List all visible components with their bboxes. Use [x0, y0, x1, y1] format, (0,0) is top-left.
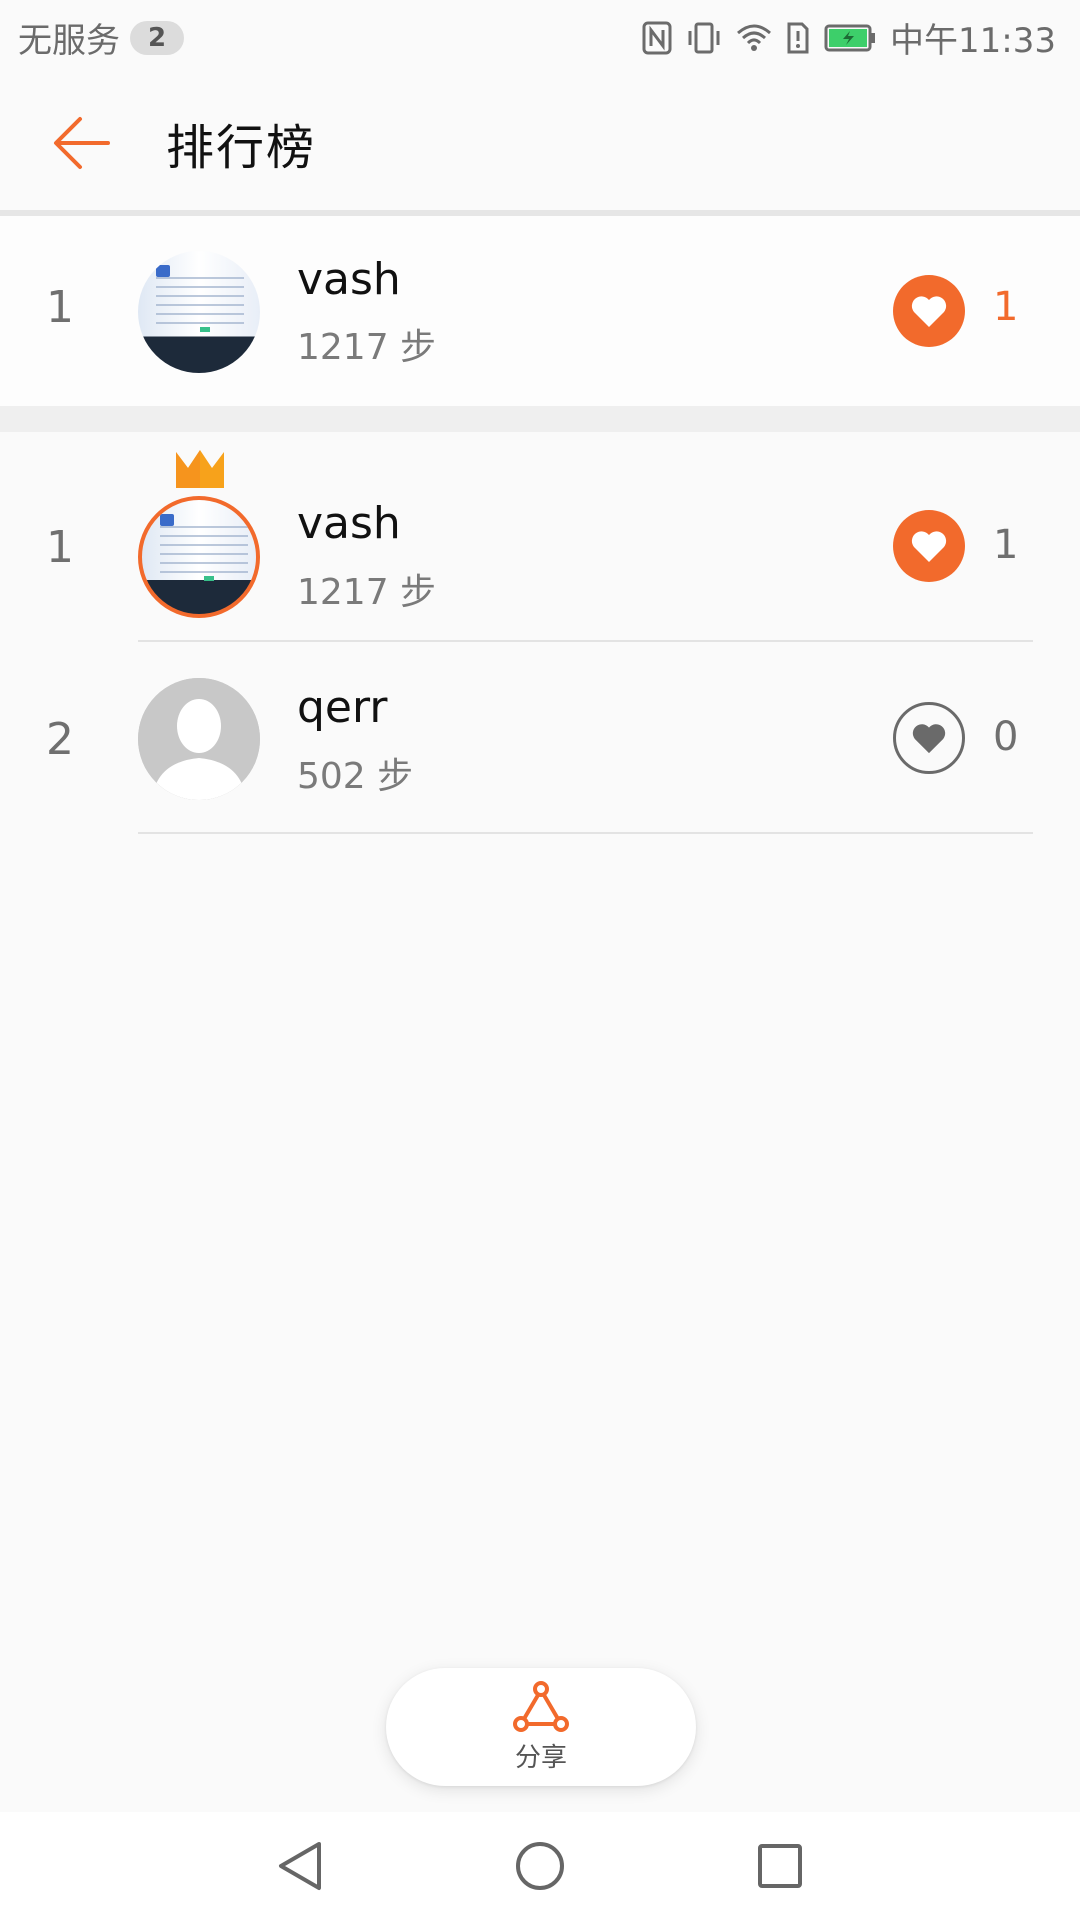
- nav-home-button[interactable]: [510, 1836, 570, 1896]
- vibrate-icon: [686, 21, 722, 55]
- heart-icon: [911, 296, 947, 327]
- user-name: vash: [297, 498, 401, 549]
- sim-badge: 2: [130, 20, 185, 55]
- share-button[interactable]: 分享: [386, 1668, 696, 1786]
- rank-number: 1: [46, 282, 74, 333]
- arrow-left-icon: [54, 117, 110, 169]
- nav-back-button[interactable]: [270, 1836, 330, 1896]
- leaderboard-screen: 无服务 2 中午11:33 排行榜 1 vash 1217 步 1 1 vash…: [0, 0, 1080, 1920]
- nav-recents-button[interactable]: [750, 1836, 810, 1896]
- home-circle-icon: [516, 1842, 564, 1890]
- page-title: 排行榜: [166, 120, 317, 176]
- like-count: 1: [993, 284, 1019, 330]
- user-name: vash: [297, 254, 401, 305]
- nfc-icon: [642, 21, 672, 55]
- step-count: 502 步: [297, 756, 414, 797]
- like-button[interactable]: [893, 702, 965, 774]
- user-name: qerr: [297, 682, 388, 733]
- back-triangle-icon: [279, 1842, 321, 1890]
- battery-charging-icon: [824, 24, 876, 52]
- app-header: 排行榜: [0, 75, 1080, 211]
- avatar: [138, 251, 260, 373]
- crown-icon: [174, 448, 226, 494]
- heart-icon: [912, 724, 946, 754]
- sim-alert-icon: [786, 21, 810, 55]
- avatar: [138, 678, 260, 800]
- like-button[interactable]: [893, 275, 965, 347]
- status-bar: 无服务 2 中午11:33: [0, 0, 1080, 75]
- like-count: 0: [993, 714, 1019, 760]
- my-rank-card[interactable]: 1 vash 1217 步 1: [0, 216, 1080, 406]
- status-time: 中午11:33: [890, 21, 1056, 61]
- default-avatar-icon: [138, 678, 260, 800]
- rank-number: 1: [46, 522, 74, 573]
- section-gap: [0, 406, 1080, 432]
- back-button[interactable]: [0, 75, 166, 211]
- carrier-label: 无服务: [18, 21, 120, 61]
- step-count: 1217 步: [297, 327, 437, 368]
- rank-number: 2: [46, 714, 74, 765]
- share-label: 分享: [514, 1742, 567, 1773]
- share-icon: [513, 1680, 569, 1732]
- row-divider: [138, 640, 1033, 642]
- avatar: [138, 496, 260, 618]
- like-button[interactable]: [893, 510, 965, 582]
- step-count: 1217 步: [297, 572, 437, 613]
- recents-square-icon: [758, 1844, 802, 1888]
- row-divider: [138, 832, 1033, 834]
- like-count: 1: [993, 522, 1019, 568]
- wifi-icon: [736, 23, 772, 53]
- heart-icon: [911, 531, 947, 562]
